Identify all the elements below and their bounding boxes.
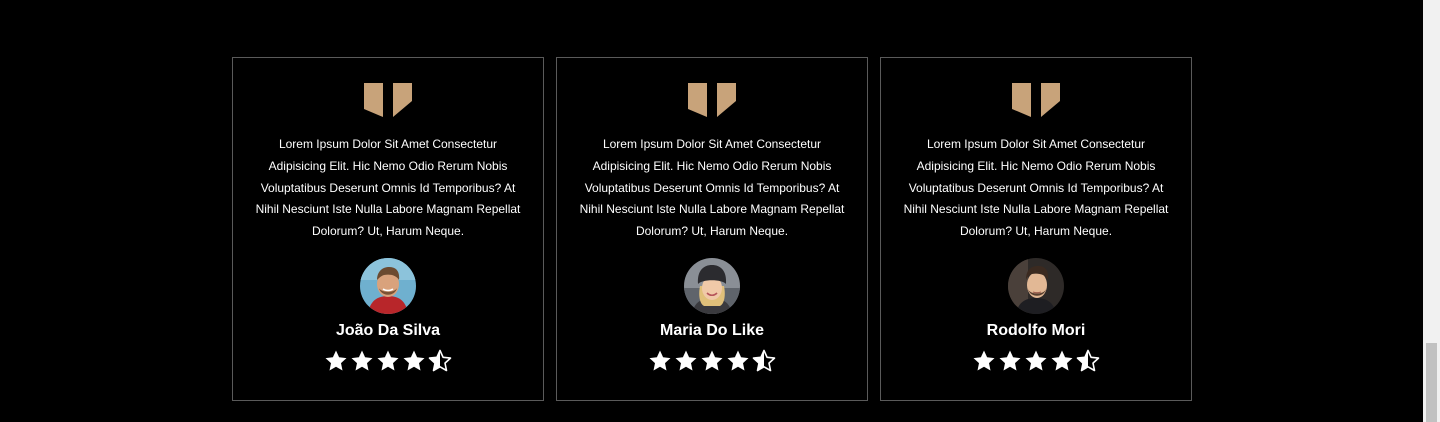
vertical-scrollbar[interactable] — [1423, 0, 1440, 422]
testimonial-text: Lorem Ipsum Dolor Sit Amet Consectetur A… — [255, 137, 521, 239]
star-full-icon — [649, 350, 671, 371]
testimonial-card: Lorem Ipsum Dolor Sit Amet Consectetur A… — [556, 57, 868, 401]
scrollbar-thumb[interactable] — [1426, 343, 1437, 422]
testimonial-cards: Lorem Ipsum Dolor Sit Amet Consectetur A… — [232, 57, 1192, 401]
star-rating — [881, 349, 1191, 373]
star-full-icon — [701, 350, 723, 371]
star-full-icon — [999, 350, 1021, 371]
star-half-icon — [1076, 349, 1100, 372]
quote-icon — [364, 83, 412, 117]
quote-icon — [688, 83, 736, 117]
reviewer-name: Rodolfo Mori — [986, 322, 1086, 339]
star-full-icon — [1051, 350, 1073, 371]
star-full-icon — [1025, 350, 1047, 371]
star-half-icon — [428, 349, 452, 372]
reviewer-name: João Da Silva — [335, 322, 441, 339]
star-full-icon — [675, 350, 697, 371]
star-full-icon — [973, 350, 995, 371]
star-full-icon — [403, 350, 425, 371]
avatar — [684, 258, 740, 314]
star-full-icon — [325, 350, 347, 371]
star-full-icon — [727, 350, 749, 371]
avatar — [1008, 258, 1064, 314]
testimonial-text: Lorem Ipsum Dolor Sit Amet Consectetur A… — [903, 137, 1169, 239]
testimonial-card: Lorem Ipsum Dolor Sit Amet Consectetur A… — [232, 57, 544, 401]
star-rating — [557, 349, 867, 373]
star-half-icon — [752, 349, 776, 372]
testimonial-text: Lorem Ipsum Dolor Sit Amet Consectetur A… — [579, 137, 845, 239]
testimonial-card: Lorem Ipsum Dolor Sit Amet Consectetur A… — [880, 57, 1192, 401]
star-full-icon — [351, 350, 373, 371]
reviewer-name: Maria Do Like — [659, 322, 765, 339]
star-rating — [233, 349, 543, 373]
avatar — [360, 258, 416, 314]
star-full-icon — [377, 350, 399, 371]
testimonials-section: Lorem Ipsum Dolor Sit Amet Consectetur A… — [0, 0, 1440, 422]
quote-icon — [1012, 83, 1060, 117]
